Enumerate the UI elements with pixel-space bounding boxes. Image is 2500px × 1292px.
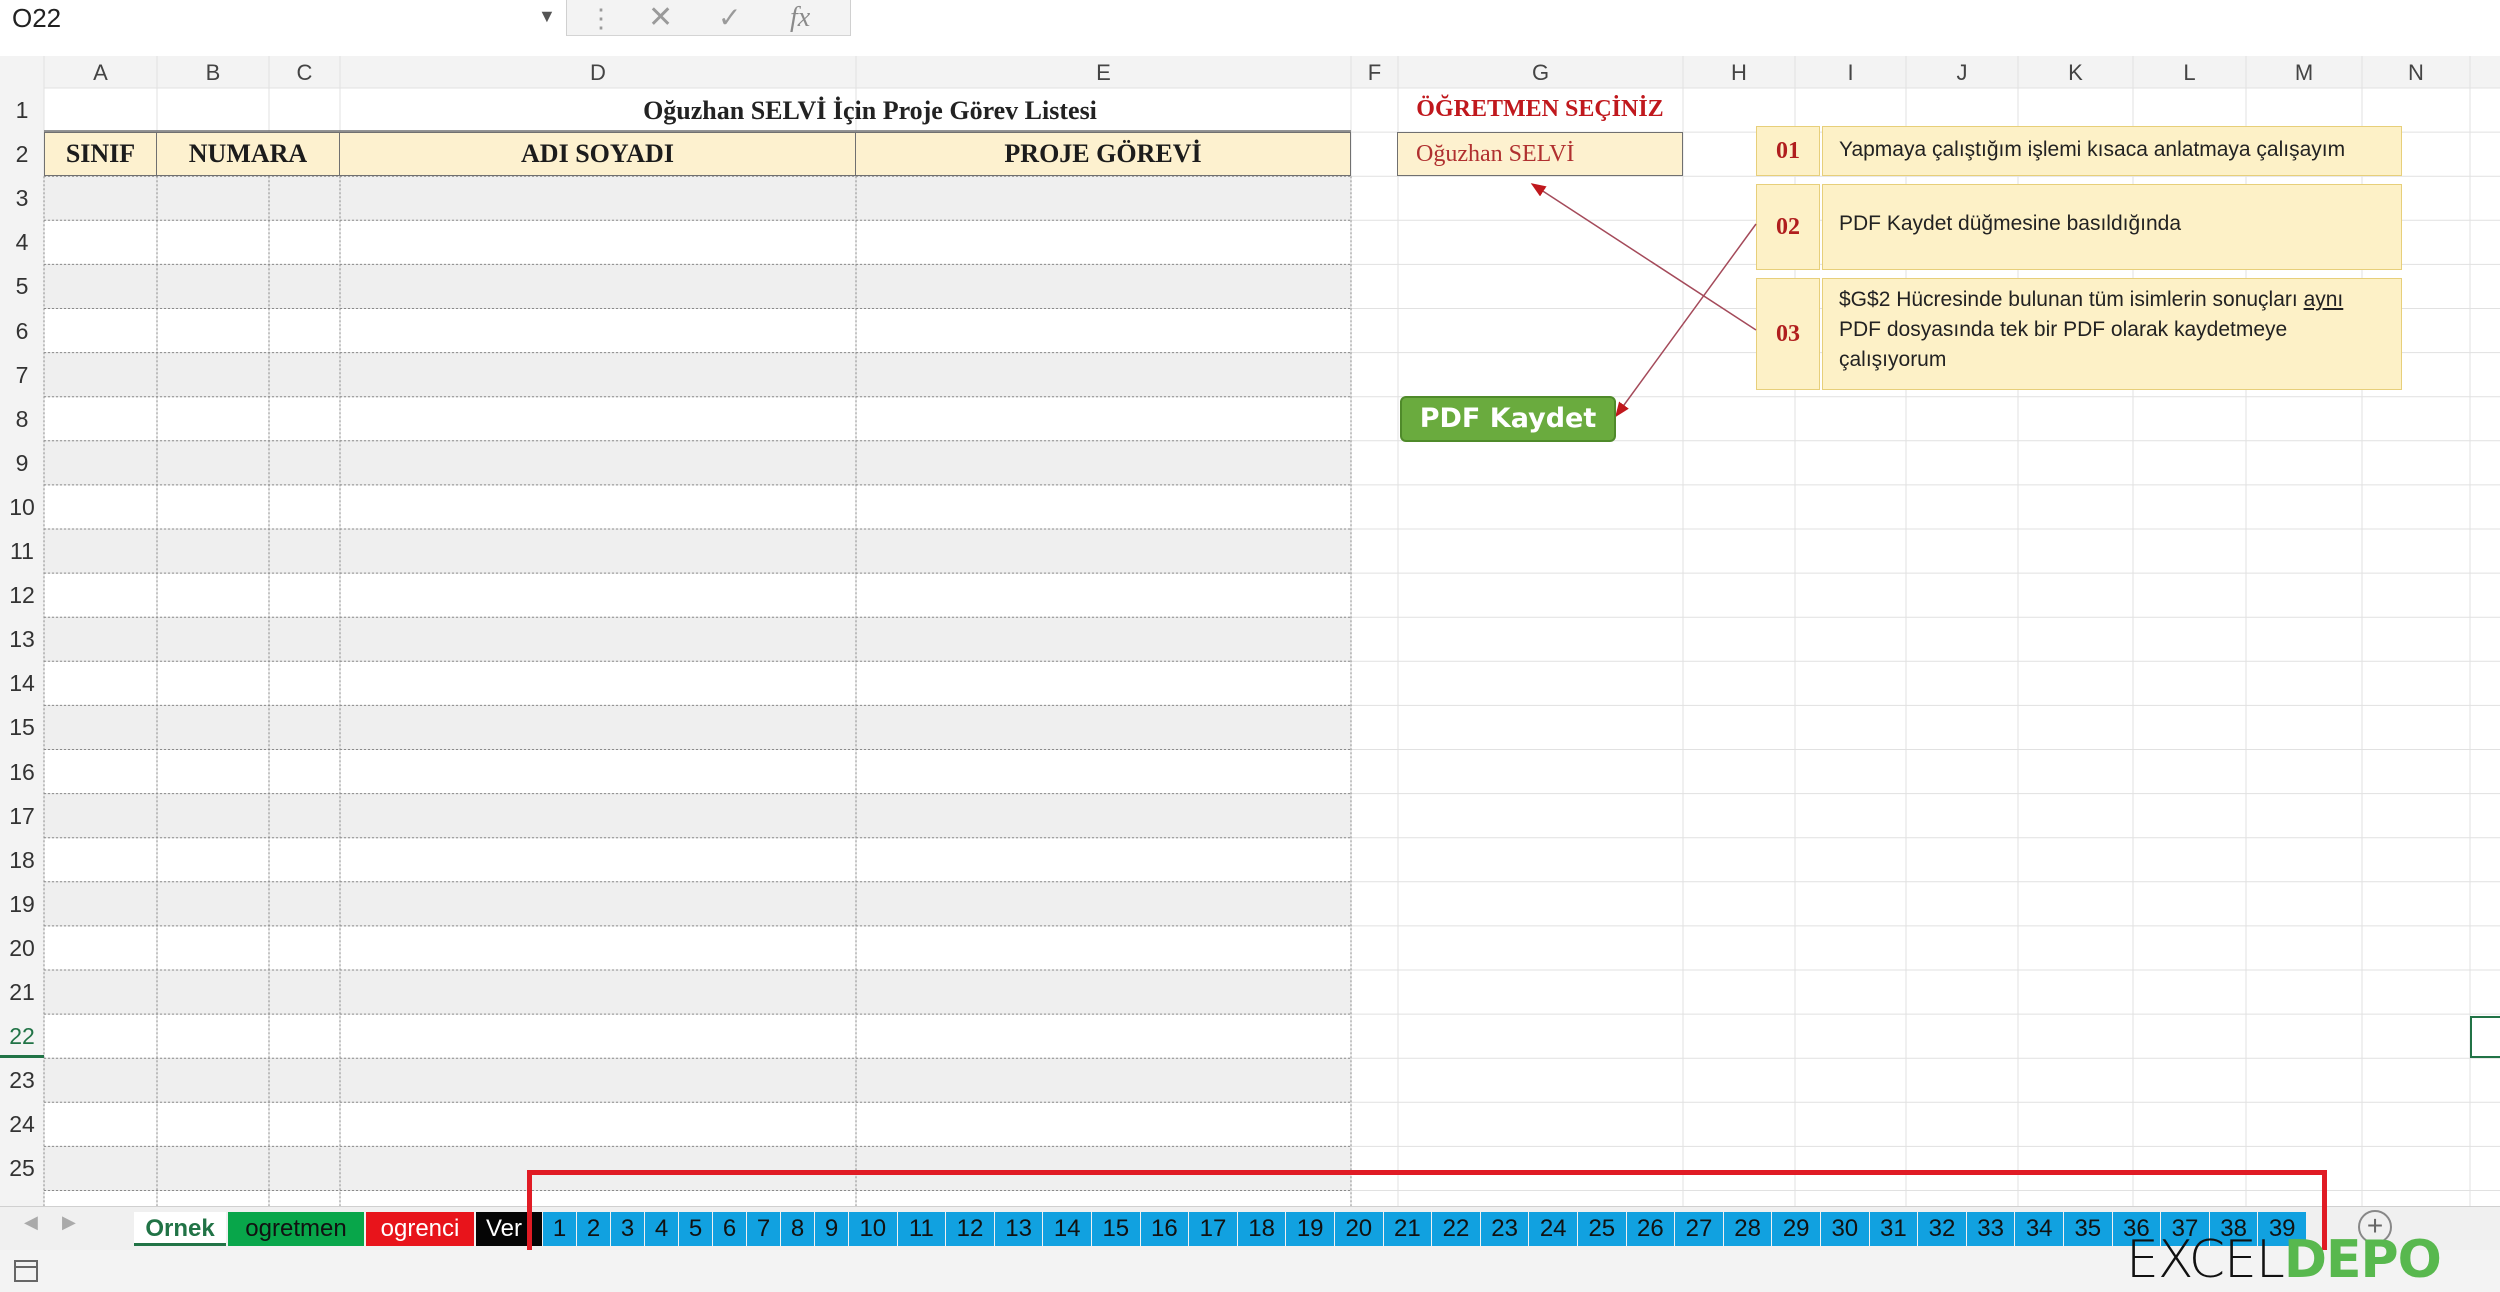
logo-depo-text: DEPO xyxy=(2283,1230,2442,1290)
table-row-band xyxy=(44,1014,1351,1059)
row-header-3[interactable]: 3 xyxy=(0,176,44,220)
row-header-25[interactable]: 25 xyxy=(0,1146,44,1190)
table-row-band xyxy=(44,837,1351,882)
header-sinif[interactable]: SINIF xyxy=(44,132,157,176)
row-header-10[interactable]: 10 xyxy=(0,485,44,529)
row-header-16[interactable]: 16 xyxy=(0,750,44,794)
column-header-i[interactable]: I xyxy=(1795,58,1906,88)
page-layout-icon[interactable] xyxy=(14,1260,38,1282)
column-header-n[interactable]: N xyxy=(2362,58,2470,88)
table-row-band xyxy=(44,1058,1351,1103)
row-header-22[interactable]: 22 xyxy=(0,1014,44,1059)
column-header-d[interactable]: D xyxy=(340,58,856,88)
table-row-band xyxy=(44,440,1351,485)
table-row-band xyxy=(44,881,1351,926)
row-header-7[interactable]: 7 xyxy=(0,353,44,397)
pdf-kaydet-button[interactable]: PDF Kaydet xyxy=(1400,396,1616,442)
note-text-01: Yapmaya çalıştığım işlemi kısaca anlatma… xyxy=(1822,126,2402,176)
header-proje-gorevi[interactable]: PROJE GÖREVİ xyxy=(855,132,1351,176)
row-header-5[interactable]: 5 xyxy=(0,264,44,308)
table-row-band xyxy=(44,1102,1351,1147)
row-header-18[interactable]: 18 xyxy=(0,838,44,882)
note-text-02: PDF Kaydet düğmesine basıldığında xyxy=(1822,184,2402,270)
tab-ornek[interactable]: Ornek xyxy=(134,1212,226,1246)
row-header-24[interactable]: 24 xyxy=(0,1102,44,1146)
table-row-band xyxy=(44,176,1351,221)
table-row-band xyxy=(44,705,1351,750)
table-row-band xyxy=(44,925,1351,970)
table-row-band xyxy=(44,573,1351,618)
table-row-band xyxy=(44,617,1351,662)
spreadsheet-grid[interactable] xyxy=(0,0,2500,1206)
column-header-b[interactable]: B xyxy=(157,58,269,88)
row-header-1[interactable]: 1 xyxy=(0,88,44,132)
row-header-14[interactable]: 14 xyxy=(0,661,44,705)
table-row-band xyxy=(44,396,1351,441)
column-header-l[interactable]: L xyxy=(2133,58,2246,88)
row-header-19[interactable]: 19 xyxy=(0,882,44,926)
column-header-k[interactable]: K xyxy=(2018,58,2133,88)
table-row-band xyxy=(44,661,1351,706)
header-adi-soyadi[interactable]: ADI SOYADI xyxy=(339,132,856,176)
table-row-band xyxy=(44,970,1351,1015)
note-text-03-end: PDF dosyasında tek bir PDF olarak kaydet… xyxy=(1839,318,2288,371)
status-bar xyxy=(0,1250,2500,1292)
column-header-e[interactable]: E xyxy=(856,58,1351,88)
row-header-21[interactable]: 21 xyxy=(0,970,44,1014)
column-header-f[interactable]: F xyxy=(1351,58,1398,88)
sheet-title: Oğuzhan SELVİ İçin Proje Görev Listesi xyxy=(643,96,1097,125)
note-text-03-underlined: aynı xyxy=(2303,288,2344,311)
column-header-a[interactable]: A xyxy=(44,58,157,88)
logo-excel-text: EXCEL xyxy=(2126,1230,2285,1290)
table-row-band xyxy=(44,749,1351,794)
row-header-11[interactable]: 11 xyxy=(0,529,44,573)
note-text-03: $G$2 Hücresinde bulunan tüm isimlerin so… xyxy=(1822,278,2402,390)
row-header-23[interactable]: 23 xyxy=(0,1058,44,1102)
tab-scroll-right-icon[interactable]: ▶ xyxy=(62,1212,76,1233)
teacher-select-cell[interactable]: Oğuzhan SELVİ xyxy=(1397,132,1683,176)
row-header-9[interactable]: 9 xyxy=(0,441,44,485)
table-row-band xyxy=(44,220,1351,265)
note-number-03: 03 xyxy=(1756,278,1820,390)
row-header-13[interactable]: 13 xyxy=(0,617,44,661)
column-header-m[interactable]: M xyxy=(2246,58,2362,88)
tab-ogretmen[interactable]: ogretmen xyxy=(228,1212,364,1246)
teacher-select-label: ÖĞRETMEN SEÇİNİZ xyxy=(1416,96,1664,122)
column-header-c[interactable]: C xyxy=(269,58,340,88)
row-header-12[interactable]: 12 xyxy=(0,573,44,617)
row-header-6[interactable]: 6 xyxy=(0,309,44,353)
row-header-17[interactable]: 17 xyxy=(0,794,44,838)
row-header-4[interactable]: 4 xyxy=(0,220,44,264)
column-header-h[interactable]: H xyxy=(1683,58,1795,88)
table-row-band xyxy=(44,793,1351,838)
note-number-02: 02 xyxy=(1756,184,1820,270)
column-header-j[interactable]: J xyxy=(1906,58,2018,88)
note-text-03-start: $G$2 Hücresinde bulunan tüm isimlerin so… xyxy=(1839,288,2304,311)
tab-scroll-left-icon[interactable]: ◀ xyxy=(24,1212,38,1233)
excel-depo-logo: EXCELDEPO xyxy=(2126,1230,2442,1290)
row-header-2[interactable]: 2 xyxy=(0,132,44,176)
row-header-15[interactable]: 15 xyxy=(0,705,44,749)
tab-ogrenci[interactable]: ogrenci xyxy=(366,1212,474,1246)
table-row-band xyxy=(44,308,1351,353)
table-row-band xyxy=(44,484,1351,529)
header-numara[interactable]: NUMARA xyxy=(156,132,340,176)
column-header-g[interactable]: G xyxy=(1398,58,1683,88)
active-cell-o22[interactable] xyxy=(2470,1016,2500,1058)
note-number-01: 01 xyxy=(1756,126,1820,176)
row-header-8[interactable]: 8 xyxy=(0,397,44,441)
table-row-band xyxy=(44,529,1351,574)
table-row-band xyxy=(44,264,1351,309)
table-row-band xyxy=(44,352,1351,397)
row-header-20[interactable]: 20 xyxy=(0,926,44,970)
